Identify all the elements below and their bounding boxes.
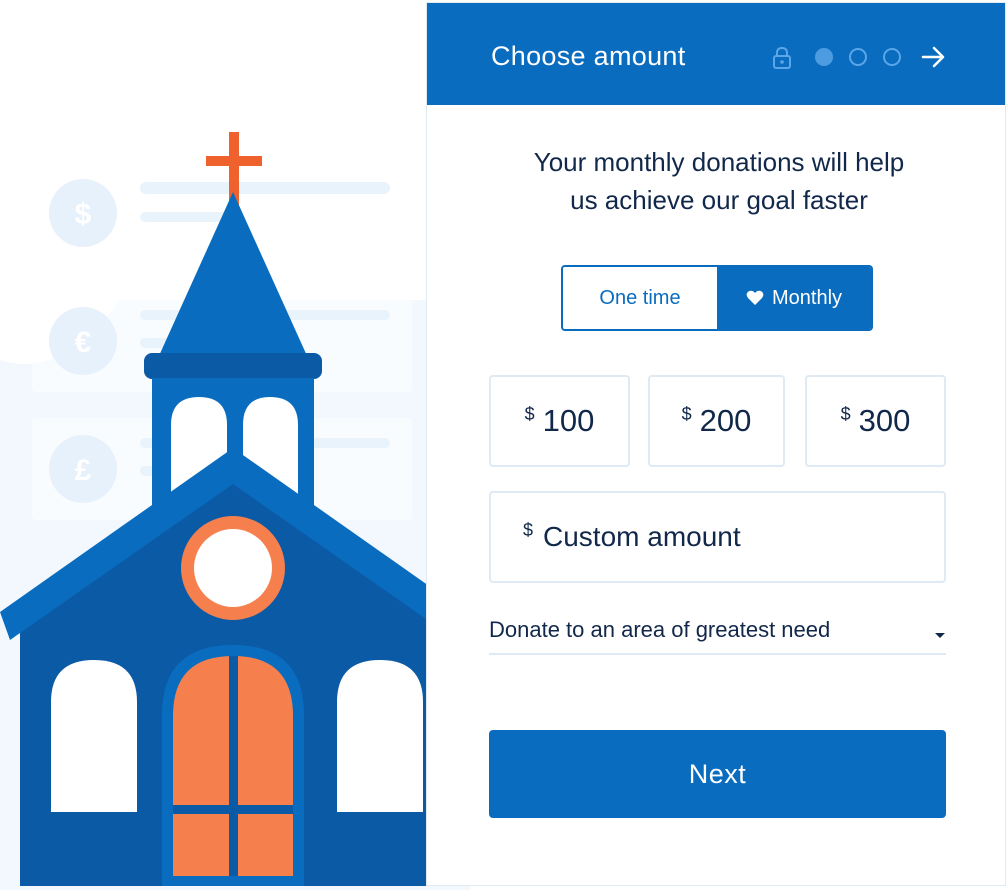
designation-select[interactable]: Donate to an area of greatest need xyxy=(489,609,946,655)
form-header: Choose amount xyxy=(427,3,1005,105)
amount-option-200[interactable]: $ 200 xyxy=(648,375,785,467)
currency-symbol: $ xyxy=(523,519,534,540)
amount-option-300[interactable]: $ 300 xyxy=(805,375,946,467)
caret-down-icon xyxy=(934,627,946,645)
currency-circles: $ € £ xyxy=(49,179,117,503)
designation-value: Donate to an area of greatest need xyxy=(489,617,831,642)
amount-value: 100 xyxy=(542,403,595,438)
one-time-option[interactable]: One time xyxy=(563,267,717,329)
donation-form-card: Choose amount Your monthly donations wil… xyxy=(426,2,1006,886)
pound-symbol: £ xyxy=(75,454,92,487)
currency-symbol: $ xyxy=(524,403,535,424)
frequency-toggle: One time Monthly xyxy=(561,265,873,331)
form-title: Choose amount xyxy=(491,41,686,71)
dollar-symbol: $ xyxy=(75,198,92,231)
amount-value: 200 xyxy=(699,403,752,438)
monthly-label: Monthly xyxy=(771,286,843,309)
custom-amount-placeholder: Custom amount xyxy=(543,521,741,552)
progress-step-2 xyxy=(849,48,867,66)
side-window-left xyxy=(51,660,137,812)
door-divider-horizontal xyxy=(173,805,293,814)
church-illustration: $ € £ xyxy=(0,0,470,890)
lock-icon xyxy=(771,46,793,75)
tower-ledge xyxy=(144,353,322,379)
door-divider-vertical xyxy=(229,656,238,876)
message-line-2: us achieve our goal faster xyxy=(570,185,868,215)
currency-symbol: $ xyxy=(840,403,851,424)
one-time-label: One time xyxy=(599,286,681,309)
next-button[interactable]: Next xyxy=(489,730,946,818)
progress-step-1 xyxy=(815,48,833,66)
arrow-right-icon[interactable] xyxy=(921,45,947,74)
donation-message: Your monthly donations will help us achi… xyxy=(489,143,949,219)
amount-option-100[interactable]: $ 100 xyxy=(489,375,630,467)
amount-value: 300 xyxy=(858,403,911,438)
cross-horizontal xyxy=(206,156,262,166)
monthly-option[interactable]: Monthly xyxy=(717,267,871,329)
euro-symbol: € xyxy=(75,326,92,359)
currency-symbol: $ xyxy=(681,403,692,424)
side-window-right xyxy=(337,660,423,812)
next-button-label: Next xyxy=(688,758,747,789)
message-line-1: Your monthly donations will help xyxy=(533,147,905,177)
custom-amount-input[interactable]: $ Custom amount xyxy=(489,491,946,583)
progress-step-3 xyxy=(883,48,901,66)
heart-icon xyxy=(746,290,764,306)
